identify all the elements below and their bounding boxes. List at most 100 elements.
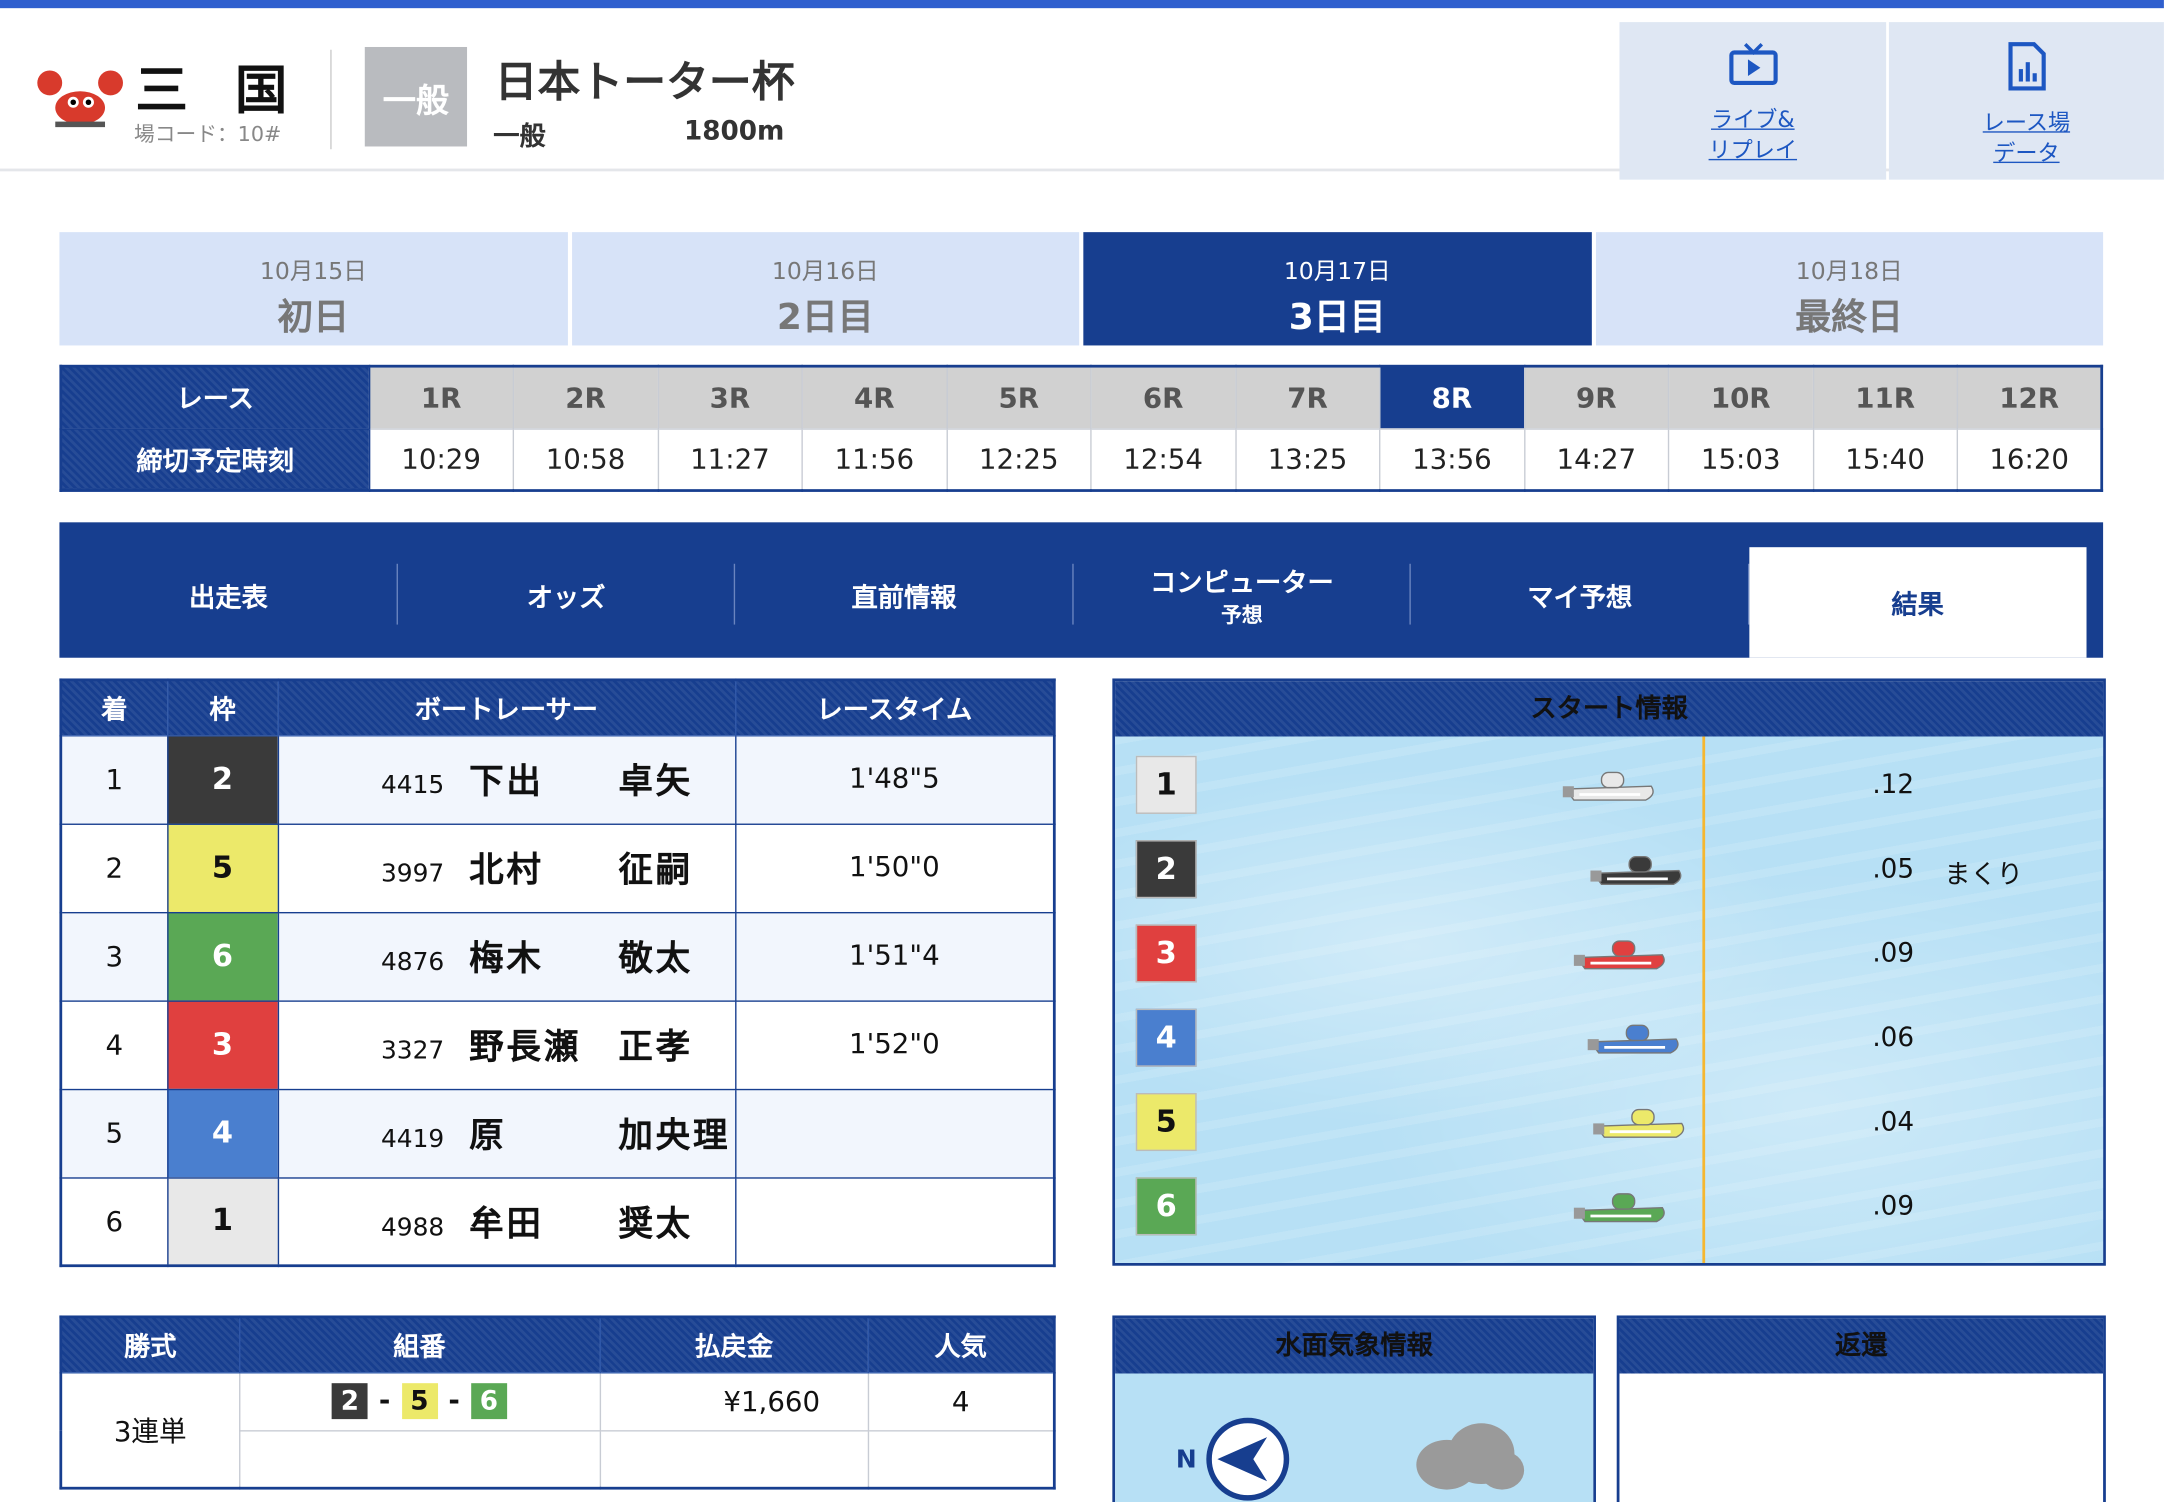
race-tab-9r[interactable]: 9R — [1523, 365, 1670, 430]
live-replay-link[interactable]: ライブ& リプレイ — [1619, 105, 1886, 166]
header: 三国 場コード：10# 一般 日本トーター杯 一般 1800m ライブ& リプレイ… — [0, 8, 2164, 180]
tab-3[interactable]: コンピューター 予想 — [1073, 547, 1411, 644]
race-tab-2r[interactable]: 2R — [512, 365, 659, 430]
content-tabs: 出走表 オッズ 直前情報 コンピューター 予想 マイ予想 結果 — [59, 522, 2104, 658]
race-tab-1r[interactable]: 1R — [368, 365, 515, 430]
col-popularity: 人気 — [867, 1316, 1056, 1373]
deadline-time: 12:54 — [1090, 427, 1237, 492]
day-tab-3[interactable]: 10月17日 3日目 — [1083, 232, 1592, 346]
frame-number: 6 — [166, 911, 279, 1002]
race-time: 1'52"0 — [734, 999, 1056, 1090]
tab-2[interactable]: 直前情報 — [735, 547, 1073, 644]
tab-1[interactable]: オッズ — [397, 547, 735, 644]
live-replay-button[interactable]: ライブ& リプレイ — [1619, 22, 1887, 180]
start-timing: .12 — [1872, 769, 1915, 801]
col-racer: ボートレーサー — [277, 679, 736, 736]
start-info-panel: スタート情報 1.12 2.05 まくり 3.09 4.06 5.04 6.09 — [1112, 678, 2106, 1266]
race-time: 1'48"5 — [734, 734, 1056, 825]
race-tab-11r[interactable]: 11R — [1812, 365, 1959, 430]
tab-4[interactable]: マイ予想 — [1411, 547, 1749, 644]
deadline-time: 13:25 — [1234, 427, 1381, 492]
col-combination: 組番 — [238, 1316, 601, 1373]
result-row: 2 5 3997 北村 征嗣 1'50"0 — [60, 822, 1056, 913]
water-surface: 1.12 2.05 まくり 3.09 4.06 5.04 6.09 — [1115, 736, 2104, 1263]
racer: 3327 野長瀬 正孝 — [277, 999, 736, 1090]
tab-0[interactable]: 出走表 — [59, 547, 397, 644]
start-row: 6.09 — [1115, 1177, 2103, 1238]
weather-water: N — [1115, 1373, 1594, 1502]
top-accent-bar — [0, 0, 2164, 9]
bet-type: 3連単 — [60, 1371, 240, 1489]
course-number: 1 — [1135, 755, 1197, 814]
empty-cell — [599, 1429, 869, 1489]
frame-number: 1 — [166, 1176, 279, 1267]
race-time — [734, 1088, 1056, 1178]
wind-north-label: N — [1175, 1445, 1197, 1475]
deadline-time: 13:56 — [1379, 427, 1525, 492]
racer: 4419 原 加央理 — [277, 1088, 736, 1178]
racer-id: 3997 — [380, 859, 445, 889]
race-category: 一般 — [493, 121, 546, 152]
deadline-time: 11:56 — [801, 427, 948, 492]
racer-name[interactable]: 下出 卓矢 — [469, 761, 693, 801]
race-tab-6r[interactable]: 6R — [1090, 365, 1237, 430]
race-tab-3r[interactable]: 3R — [657, 365, 803, 430]
winning-technique: まくり — [1944, 859, 2023, 890]
boat-icon — [1587, 1024, 1679, 1054]
wind-compass-icon — [1206, 1417, 1290, 1501]
page: 三国 場コード：10# 一般 日本トーター杯 一般 1800m ライブ& リプレイ… — [0, 0, 2164, 1502]
weather-panel: 水面気象情報 N — [1112, 1315, 1596, 1502]
racer-name[interactable]: 北村 征嗣 — [469, 850, 693, 890]
combo-frame: 5 — [401, 1383, 438, 1420]
result-row: 1 2 4415 下出 卓矢 1'48"5 — [60, 734, 1056, 825]
rank: 4 — [60, 999, 168, 1090]
racer-name[interactable]: 牟田 奨太 — [469, 1203, 693, 1243]
start-timing: .06 — [1872, 1022, 1915, 1053]
payout-amount: ¥1,660 — [599, 1371, 869, 1431]
deadline-time: 14:27 — [1523, 427, 1670, 492]
venue-code: 場コード：10# — [134, 121, 282, 147]
venue-data-link[interactable]: レース場 データ — [1889, 108, 2164, 169]
race-tab-12r[interactable]: 12R — [1956, 365, 2103, 430]
result-row: 4 3 3327 野長瀬 正孝 1'52"0 — [60, 999, 1056, 1090]
weather-title: 水面気象情報 — [1115, 1318, 1594, 1374]
race-tab-5r[interactable]: 5R — [945, 365, 1092, 430]
racer-name[interactable]: 原 加央理 — [469, 1115, 730, 1155]
start-info-title: スタート情報 — [1115, 681, 2104, 737]
tab-sublabel: 予想 — [1221, 602, 1263, 628]
racer-name[interactable]: 野長瀬 正孝 — [469, 1027, 693, 1067]
racer-id: 4988 — [380, 1212, 445, 1242]
course-number: 4 — [1135, 1008, 1197, 1067]
racer-id: 4415 — [380, 771, 445, 801]
race-tab-10r[interactable]: 10R — [1667, 365, 1814, 430]
racer-name[interactable]: 梅木 敬太 — [469, 938, 693, 978]
day-tab-4[interactable]: 10月18日 最終日 — [1595, 232, 2104, 346]
venue-name: 三国 — [135, 59, 335, 121]
deadline-label: 締切予定時刻 — [60, 427, 370, 492]
result-row: 3 6 4876 梅木 敬太 1'51"4 — [60, 911, 1056, 1002]
frame-number: 5 — [166, 822, 279, 913]
result-table: 着 枠 ボートレーサー レースタイム 1 2 4415 下出 卓矢 1'48"5 2 5 39… — [59, 678, 1056, 1268]
rank: 2 — [60, 822, 168, 913]
tv-play-icon — [1728, 42, 1777, 85]
refund-title: 返還 — [1619, 1318, 2104, 1374]
race-tab-8r[interactable]: 8R — [1379, 365, 1525, 430]
tab-5[interactable]: 結果 — [1748, 547, 2087, 658]
frame-number: 4 — [166, 1088, 279, 1178]
frame-number: 3 — [166, 999, 279, 1090]
day-tab-1[interactable]: 10月15日 初日 — [59, 232, 568, 346]
deadline-time: 15:03 — [1667, 427, 1814, 492]
day-tabs: 10月15日 初日 10月16日 2日目 10月17日 3日目 10月18日 最終日 — [59, 232, 2104, 346]
rank: 5 — [60, 1088, 168, 1178]
deadline-time: 10:58 — [512, 427, 659, 492]
race-tab-4r[interactable]: 4R — [801, 365, 948, 430]
col-payout: 払戻金 — [599, 1316, 869, 1373]
boat-icon — [1590, 856, 1682, 886]
day-tab-2[interactable]: 10月16日 2日目 — [571, 232, 1080, 346]
payout-table: 勝式 組番 払戻金 人気 3連単 2-5-6 ¥1,660 4 — [59, 1315, 1056, 1490]
venue-data-button[interactable]: レース場 データ — [1888, 22, 2164, 180]
refund-panel: 返還 — [1616, 1315, 2106, 1502]
tab-label: 直前情報 — [851, 582, 957, 613]
race-tab-7r[interactable]: 7R — [1234, 365, 1381, 430]
start-row: 2 .05 まくり — [1115, 840, 2103, 901]
